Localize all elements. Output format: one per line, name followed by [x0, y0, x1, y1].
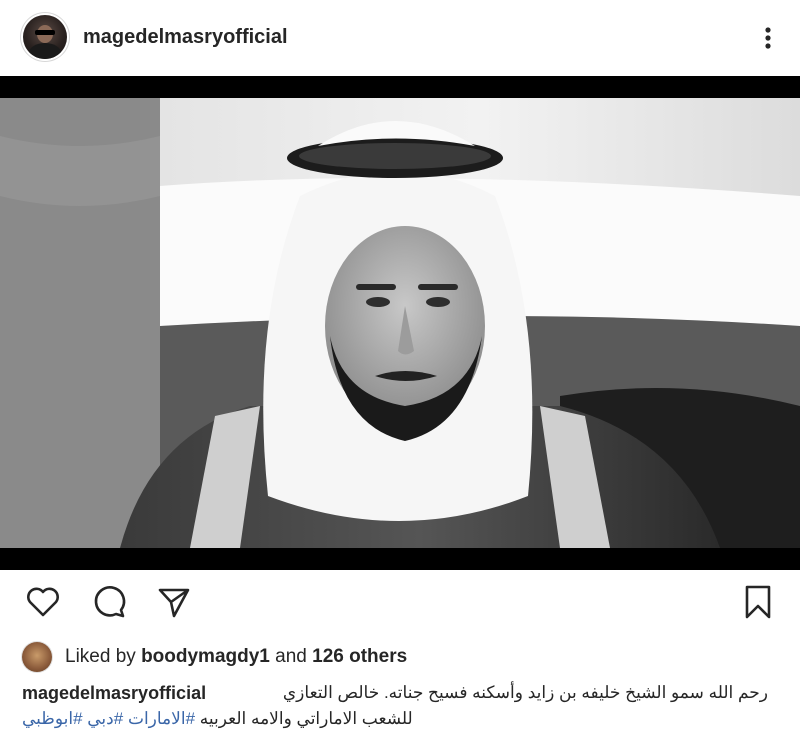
likes-text[interactable]: Liked by boodymagdy1 and 126 others [65, 646, 407, 668]
post-username[interactable]: magedelmasryofficial [83, 26, 288, 49]
avatar[interactable] [23, 15, 67, 59]
post-header: magedelmasryofficial [0, 0, 800, 76]
hashtag-emirates[interactable]: #الامارات [128, 709, 195, 728]
hashtag-dubai[interactable]: #دبي [87, 709, 123, 728]
caption-line-2: للشعب الاماراتي والامه العربيه #الامارات… [22, 706, 413, 732]
likes-joiner: and [275, 646, 307, 667]
heart-icon[interactable] [23, 582, 63, 622]
liker-username[interactable]: boodymagdy1 [141, 646, 270, 667]
comment-icon[interactable] [89, 582, 129, 622]
likes-prefix: Liked by [65, 646, 136, 667]
hashtag-abudhabi[interactable]: #ابوظبي [22, 709, 83, 728]
action-bar [0, 582, 800, 626]
liker-avatar[interactable] [22, 642, 52, 672]
send-icon[interactable] [154, 582, 194, 622]
likes-others[interactable]: 126 others [312, 646, 407, 667]
post-image[interactable] [0, 76, 800, 570]
more-vertical-icon[interactable] [756, 24, 780, 52]
caption-line-1: رحم الله سمو الشيخ خليفه بن زايد وأسكنه … [282, 683, 768, 702]
bookmark-icon[interactable] [738, 582, 778, 622]
caption-text: للشعب الاماراتي والامه العربيه [199, 709, 413, 728]
caption-username[interactable]: magedelmasryofficial [22, 680, 206, 706]
